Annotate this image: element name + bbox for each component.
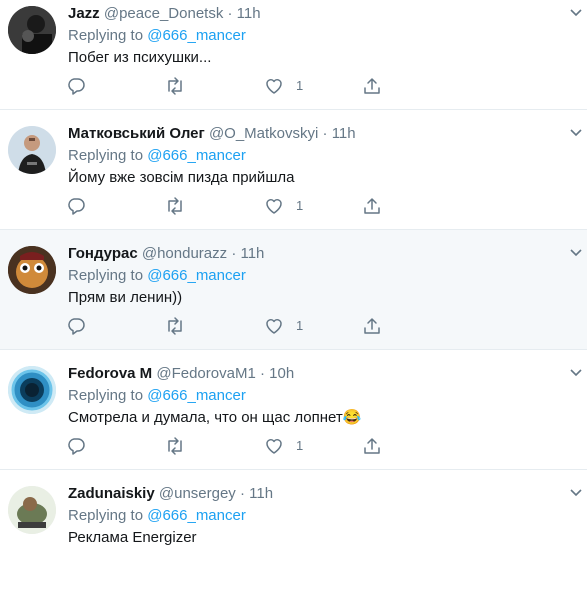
user-handle[interactable]: @O_Matkovskyi: [209, 125, 318, 142]
display-name[interactable]: Zadunaiskiy: [68, 485, 155, 502]
timestamp[interactable]: 11h: [332, 125, 356, 142]
reply-icon: [68, 438, 85, 455]
like-count: 1: [296, 318, 304, 333]
tweet[interactable]: Матковський Олег @O_Matkovskyi · 11h Rep…: [0, 110, 587, 230]
replying-to-label: Replying to: [68, 27, 144, 44]
retweet-icon: [168, 317, 182, 335]
tweet[interactable]: Fedorova M @FedorovaM1 · 10h Replying to…: [0, 350, 587, 470]
share-button[interactable]: [362, 316, 382, 336]
tweet-text: Йому вже зовсім пизда прийшла: [68, 169, 295, 186]
reply-button[interactable]: [66, 196, 86, 216]
chevron-down-icon[interactable]: [569, 8, 583, 18]
replying-to: Replying to @666_mancer: [68, 506, 246, 526]
chevron-down-icon[interactable]: [569, 248, 583, 258]
replying-to: Replying to @666_mancer: [68, 26, 246, 46]
chevron-down-icon[interactable]: [569, 128, 583, 138]
chevron-down-icon[interactable]: [569, 488, 583, 498]
share-icon: [364, 78, 380, 94]
share-icon: [364, 318, 380, 334]
like-count: 1: [296, 438, 304, 453]
tweet-header: Гондурас @hondurazz · 11h: [68, 244, 264, 264]
like-count: 1: [296, 78, 304, 93]
replying-to-label: Replying to: [68, 387, 144, 404]
tweet-header: Jazz @peace_Donetsk · 11h: [68, 4, 261, 24]
separator-dot: ·: [239, 485, 245, 502]
tweet[interactable]: Гондурас @hondurazz · 11h Replying to @6…: [0, 230, 587, 350]
display-name[interactable]: Fedorova M: [68, 365, 152, 382]
heart-icon: [266, 199, 282, 214]
heart-icon: [266, 319, 282, 334]
timestamp[interactable]: 10h: [269, 365, 294, 382]
retweet-icon: [168, 77, 182, 95]
display-name[interactable]: Матковський Олег: [68, 125, 205, 142]
replying-to-link[interactable]: @666_mancer: [147, 27, 246, 44]
reply-icon: [68, 318, 85, 335]
separator-dot: ·: [227, 5, 233, 22]
tweet-header: Fedorova M @FedorovaM1 · 10h: [68, 364, 294, 384]
replying-to-label: Replying to: [68, 267, 144, 284]
retweet-icon: [168, 197, 182, 215]
share-button[interactable]: [362, 436, 382, 456]
tweet[interactable]: Jazz @peace_Donetsk · 11h Replying to @6…: [0, 0, 587, 110]
avatar[interactable]: [8, 486, 56, 534]
avatar[interactable]: [8, 246, 56, 294]
retweet-icon: [168, 437, 182, 455]
retweet-button[interactable]: [164, 316, 186, 336]
avatar[interactable]: [8, 6, 56, 54]
display-name[interactable]: Jazz: [68, 5, 100, 22]
reply-icon: [68, 198, 85, 215]
like-count: 1: [296, 198, 304, 213]
reply-button[interactable]: [66, 76, 86, 96]
share-button[interactable]: [362, 76, 382, 96]
separator-dot: ·: [259, 365, 265, 382]
tweet-header: Матковський Олег @O_Matkovskyi · 11h: [68, 124, 356, 144]
tweet-text: Смотрела и думала, что он щас лопнет😂: [68, 409, 362, 426]
like-button[interactable]: 1: [264, 196, 303, 216]
tweet-header: Zadunaiskiy @unsergey · 11h: [68, 484, 273, 504]
retweet-button[interactable]: [164, 196, 186, 216]
separator-dot: ·: [322, 125, 328, 142]
user-handle[interactable]: @peace_Donetsk: [104, 5, 223, 22]
separator-dot: ·: [231, 245, 237, 262]
user-handle[interactable]: @hondurazz: [142, 245, 227, 262]
reply-icon: [68, 78, 85, 95]
replying-to-link[interactable]: @666_mancer: [147, 507, 246, 524]
replying-to: Replying to @666_mancer: [68, 266, 246, 286]
replying-to-link[interactable]: @666_mancer: [147, 147, 246, 164]
share-icon: [364, 198, 380, 214]
tweet-text: Реклама Energizer: [68, 529, 197, 546]
retweet-button[interactable]: [164, 76, 186, 96]
replying-to: Replying to @666_mancer: [68, 386, 246, 406]
avatar[interactable]: [8, 366, 56, 414]
replying-to-link[interactable]: @666_mancer: [147, 387, 246, 404]
replying-to-link[interactable]: @666_mancer: [147, 267, 246, 284]
heart-icon: [266, 79, 282, 94]
replying-to-label: Replying to: [68, 147, 144, 164]
replying-to: Replying to @666_mancer: [68, 146, 246, 166]
user-handle[interactable]: @unsergey: [159, 485, 236, 502]
like-button[interactable]: 1: [264, 316, 303, 336]
retweet-button[interactable]: [164, 436, 186, 456]
tweet-text: Прям ви ленин)): [68, 289, 183, 306]
timestamp[interactable]: 11h: [249, 485, 273, 502]
share-button[interactable]: [362, 196, 382, 216]
reply-button[interactable]: [66, 316, 86, 336]
chevron-down-icon[interactable]: [569, 368, 583, 378]
replying-to-label: Replying to: [68, 507, 144, 524]
tweet[interactable]: Zadunaiskiy @unsergey · 11h Replying to …: [0, 470, 587, 590]
timestamp[interactable]: 11h: [240, 245, 264, 262]
like-button[interactable]: 1: [264, 436, 303, 456]
user-handle[interactable]: @FedorovaM1: [156, 365, 255, 382]
timestamp[interactable]: 11h: [237, 5, 261, 22]
like-button[interactable]: 1: [264, 76, 303, 96]
tweet-text: Побег из психушки...: [68, 49, 212, 66]
share-icon: [364, 438, 380, 454]
display-name[interactable]: Гондурас: [68, 245, 138, 262]
avatar[interactable]: [8, 126, 56, 174]
reply-button[interactable]: [66, 436, 86, 456]
heart-icon: [266, 439, 282, 454]
